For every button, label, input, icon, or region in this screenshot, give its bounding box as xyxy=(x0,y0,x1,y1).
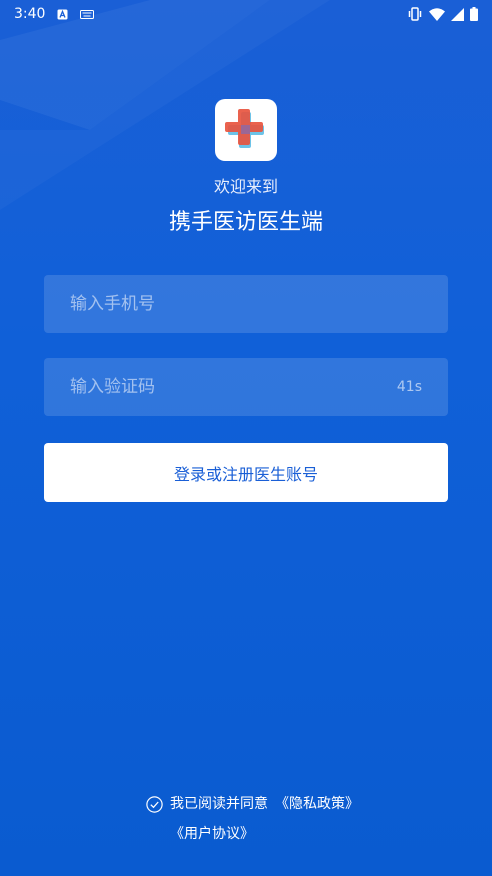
keyboard-icon xyxy=(80,9,95,19)
vibrate-icon xyxy=(408,7,422,21)
wifi-icon xyxy=(429,7,445,21)
status-time: 3:40 xyxy=(14,6,46,22)
check-circle-icon[interactable] xyxy=(146,795,163,813)
welcome-text: 欢迎来到 xyxy=(213,177,278,196)
signal-icon xyxy=(451,7,464,21)
user-agreement-link[interactable]: 《用户协议》 xyxy=(170,826,254,842)
app-title: 携手医访医生端 xyxy=(168,210,323,235)
privacy-policy-link[interactable]: 《隐私政策》 xyxy=(275,789,359,819)
medical-cross-icon xyxy=(225,109,264,148)
phone-input[interactable] xyxy=(70,294,422,314)
code-field[interactable]: 41s xyxy=(44,358,448,416)
notification-a-icon xyxy=(57,9,68,19)
agreement-section: 我已阅读并同意 《隐私政策》 《用户协议》 xyxy=(146,789,446,849)
verification-code-input[interactable] xyxy=(70,377,397,397)
battery-icon xyxy=(470,7,478,21)
resend-countdown: 41s xyxy=(396,379,422,395)
agreement-prefix: 我已阅读并同意 xyxy=(170,796,268,812)
phone-field[interactable] xyxy=(44,275,448,333)
status-bar: 3:40 xyxy=(0,0,492,28)
login-register-button[interactable]: 登录或注册医生账号 xyxy=(44,443,448,502)
app-logo xyxy=(215,99,277,161)
